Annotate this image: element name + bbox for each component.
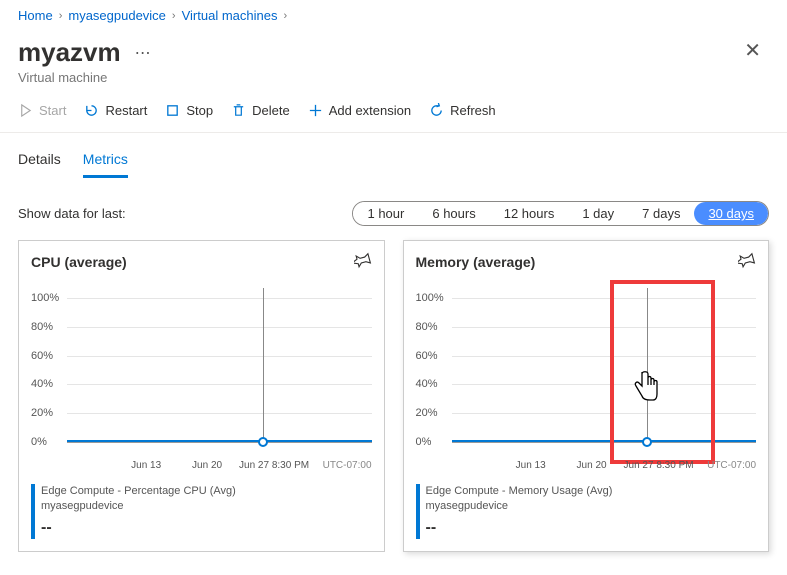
add-extension-label: Add extension: [329, 103, 411, 118]
cpu-series-line: [67, 440, 372, 442]
breadcrumb-section[interactable]: Virtual machines: [182, 8, 278, 23]
tab-details[interactable]: Details: [18, 145, 61, 178]
add-extension-button[interactable]: Add extension: [308, 103, 411, 118]
y-tick: 80%: [31, 321, 53, 333]
x-tick: Jun 20: [577, 460, 607, 471]
page-title: myazvm: [18, 37, 121, 68]
resource-type-label: Virtual machine: [18, 70, 153, 85]
pin-icon: [738, 251, 756, 269]
pin-icon: [354, 251, 372, 269]
annotation-highlight: [610, 280, 716, 464]
x-tick: Jun 13: [131, 460, 161, 471]
y-tick: 20%: [31, 407, 53, 419]
start-label: Start: [39, 103, 66, 118]
play-icon: [18, 103, 33, 118]
x-tick: Jun 27 8:30 PM: [239, 460, 309, 471]
start-button[interactable]: Start: [18, 103, 66, 118]
hand-cursor-icon: [630, 370, 660, 411]
y-tick: 80%: [416, 321, 438, 333]
breadcrumb: Home › myasegpudevice › Virtual machines…: [18, 8, 769, 23]
pill-1day[interactable]: 1 day: [568, 202, 628, 225]
y-tick: 60%: [31, 350, 53, 362]
legend-resource-name: myasegpudevice: [426, 499, 613, 514]
more-actions-button[interactable]: ⋯: [135, 43, 153, 63]
close-button[interactable]: ✕: [736, 37, 769, 65]
y-tick: 40%: [31, 378, 53, 390]
pin-button[interactable]: [738, 251, 756, 272]
chart-cursor: [263, 288, 264, 446]
x-tick: Jun 27 8:30 PM: [624, 460, 694, 471]
chevron-right-icon: ›: [59, 10, 63, 22]
pill-30days[interactable]: 30 days: [694, 202, 768, 225]
pin-button[interactable]: [354, 251, 372, 272]
pill-1hour[interactable]: 1 hour: [353, 202, 418, 225]
memory-card-title: Memory (average): [416, 254, 536, 270]
cpu-chart[interactable]: 100% 80% 60% 40% 20% 0%: [31, 280, 372, 460]
memory-chart-card: Memory (average) 100% 80% 60% 40% 20% 0%: [403, 240, 770, 552]
y-tick: 40%: [416, 378, 438, 390]
cpu-legend: Edge Compute - Percentage CPU (Avg) myas…: [31, 484, 372, 539]
memory-legend: Edge Compute - Memory Usage (Avg) myaseg…: [416, 484, 757, 539]
chart-cursor-dot: [642, 437, 652, 447]
trash-icon: [231, 103, 246, 118]
y-tick: 0%: [31, 436, 47, 448]
restart-label: Restart: [105, 103, 147, 118]
pill-12hours[interactable]: 12 hours: [490, 202, 569, 225]
restart-button[interactable]: Restart: [84, 103, 147, 118]
time-range-label: Show data for last:: [18, 206, 126, 221]
time-range-selector[interactable]: 1 hour 6 hours 12 hours 1 day 7 days 30 …: [352, 201, 769, 226]
x-tick: Jun 20: [192, 460, 222, 471]
legend-series-name: Edge Compute - Memory Usage (Avg): [426, 484, 613, 499]
chevron-right-icon: ›: [172, 10, 176, 22]
tab-bar: Details Metrics: [18, 145, 769, 179]
pill-6hours[interactable]: 6 hours: [418, 202, 489, 225]
divider: [0, 132, 787, 133]
legend-value: --: [426, 517, 613, 539]
y-tick: 100%: [31, 292, 59, 304]
memory-chart[interactable]: 100% 80% 60% 40% 20% 0%: [416, 280, 757, 460]
pill-7days[interactable]: 7 days: [628, 202, 694, 225]
memory-series-line: [452, 440, 757, 442]
breadcrumb-device[interactable]: myasegpudevice: [68, 8, 166, 23]
stop-label: Stop: [186, 103, 213, 118]
restart-icon: [84, 103, 99, 118]
stop-button[interactable]: Stop: [165, 103, 213, 118]
y-tick: 100%: [416, 292, 444, 304]
cpu-card-title: CPU (average): [31, 254, 127, 270]
breadcrumb-home[interactable]: Home: [18, 8, 53, 23]
cpu-chart-card: CPU (average) 100% 80% 60% 40% 20% 0% Ju…: [18, 240, 385, 552]
refresh-label: Refresh: [450, 103, 496, 118]
x-tick: Jun 13: [516, 460, 546, 471]
y-tick: 60%: [416, 350, 438, 362]
plus-icon: [308, 103, 323, 118]
y-tick: 0%: [416, 436, 432, 448]
delete-button[interactable]: Delete: [231, 103, 290, 118]
chevron-right-icon: ›: [283, 10, 287, 22]
chart-cursor-dot: [258, 437, 268, 447]
refresh-button[interactable]: Refresh: [429, 103, 496, 118]
legend-value: --: [41, 517, 236, 539]
timezone-label: UTC-07:00: [707, 460, 756, 471]
tab-metrics[interactable]: Metrics: [83, 145, 128, 178]
chart-cursor: [647, 288, 648, 446]
command-bar: Start Restart Stop Delete Add extension …: [18, 103, 769, 132]
y-tick: 20%: [416, 407, 438, 419]
legend-resource-name: myasegpudevice: [41, 499, 236, 514]
stop-icon: [165, 103, 180, 118]
timezone-label: UTC-07:00: [323, 460, 372, 471]
delete-label: Delete: [252, 103, 290, 118]
legend-series-name: Edge Compute - Percentage CPU (Avg): [41, 484, 236, 499]
refresh-icon: [429, 103, 444, 118]
